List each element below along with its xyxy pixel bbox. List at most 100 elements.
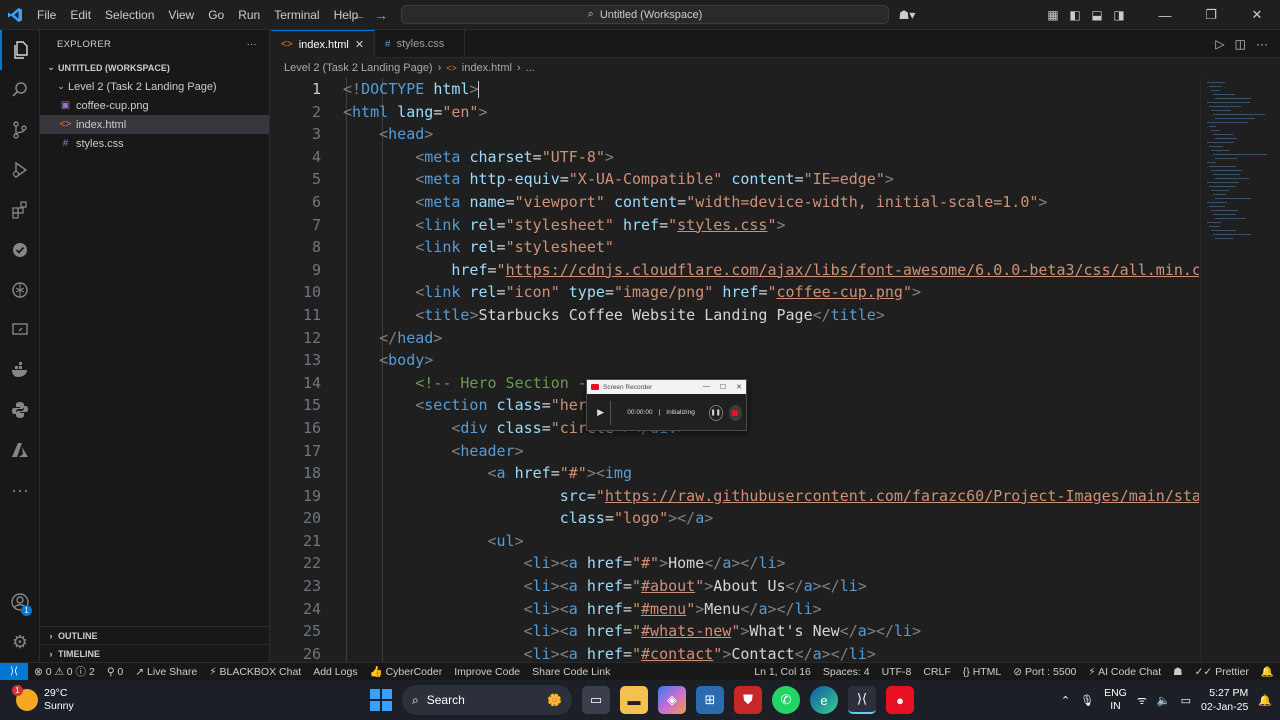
live-server-port[interactable]: ⊘ Port : 5500 bbox=[1007, 666, 1082, 678]
prettier-button[interactable]: ✓✓ Prettier bbox=[1189, 666, 1255, 678]
code-line[interactable]: 24 <li><a href="#menu">Menu</a></li> bbox=[271, 598, 1199, 621]
tab-index-html[interactable]: <> index.html ✕ bbox=[271, 30, 376, 58]
forward-arrow-icon[interactable]: → bbox=[374, 7, 388, 23]
toggle-panel-icon[interactable]: ⬓ bbox=[1086, 8, 1108, 22]
edge-icon[interactable]: e bbox=[810, 686, 838, 714]
more-icon[interactable]: ··· bbox=[0, 470, 40, 510]
vscode-taskbar-icon[interactable]: ⟩⟨ bbox=[848, 686, 876, 714]
problems-indicator[interactable]: ⊗ 0 ⚠ 0 ⓘ 2 bbox=[28, 664, 101, 679]
cybercoder-button[interactable]: 👍 CyberCoder bbox=[364, 665, 449, 678]
start-button[interactable] bbox=[370, 689, 392, 711]
microsoft-store-icon[interactable]: ⊞ bbox=[696, 686, 724, 714]
azure-icon[interactable] bbox=[0, 430, 40, 470]
ai-assistant-icon[interactable] bbox=[0, 270, 40, 310]
restore-button[interactable]: ❐ bbox=[1188, 0, 1234, 30]
share-code-link-button[interactable]: Share Code Link bbox=[526, 666, 616, 678]
testing-icon[interactable] bbox=[0, 230, 40, 270]
pause-icon[interactable]: ❚❚ bbox=[708, 404, 723, 421]
customize-layout-icon[interactable]: ▦ bbox=[1042, 8, 1064, 22]
code-line[interactable]: 10 <link rel="icon" type="image/png" hre… bbox=[271, 281, 1199, 304]
outline-section[interactable]: › OUTLINE bbox=[40, 626, 270, 644]
show-hidden-icons[interactable]: ⌃ bbox=[1061, 694, 1070, 707]
workspace-root[interactable]: ⌄ UNTITLED (WORKSPACE) bbox=[40, 58, 269, 77]
language-mode[interactable]: {} HTML bbox=[957, 666, 1008, 678]
source-control-icon[interactable] bbox=[0, 110, 40, 150]
close-window-button[interactable]: ✕ bbox=[1234, 0, 1280, 30]
toggle-sidebar-icon[interactable]: ◧ bbox=[1064, 8, 1086, 22]
split-editor-icon[interactable]: ◫ bbox=[1235, 37, 1246, 51]
improve-code-button[interactable]: Improve Code bbox=[448, 666, 526, 678]
menu-view[interactable]: View bbox=[161, 0, 201, 30]
breadcrumb-folder[interactable]: Level 2 (Task 2 Landing Page) bbox=[284, 62, 433, 74]
more-actions-icon[interactable]: ··· bbox=[1256, 37, 1268, 51]
ai-code-chat-button[interactable]: ⚡ AI Code Chat bbox=[1082, 666, 1167, 678]
menu-go[interactable]: Go bbox=[201, 0, 231, 30]
add-logs-button[interactable]: Add Logs bbox=[307, 666, 363, 678]
command-center-search[interactable]: ⌕ Untitled (Workspace) bbox=[401, 5, 889, 24]
minimize-button[interactable]: — bbox=[1142, 0, 1188, 30]
task-view-icon[interactable]: ▭ bbox=[582, 686, 610, 714]
encoding[interactable]: UTF-8 bbox=[876, 666, 918, 678]
code-line[interactable]: 19 src="https://raw.githubusercontent.co… bbox=[271, 485, 1199, 508]
minimap[interactable] bbox=[1200, 78, 1280, 662]
code-line[interactable]: 1 <!DOCTYPE html> bbox=[271, 78, 1199, 101]
breadcrumb-file[interactable]: index.html bbox=[462, 62, 512, 74]
copilot-app-icon[interactable]: ◈ bbox=[658, 686, 686, 714]
code-line[interactable]: 4 <meta charset="UTF-8"> bbox=[271, 146, 1199, 169]
menu-edit[interactable]: Edit bbox=[63, 0, 98, 30]
menu-selection[interactable]: Selection bbox=[98, 0, 161, 30]
python-icon[interactable] bbox=[0, 390, 40, 430]
end-of-line[interactable]: CRLF bbox=[917, 666, 956, 678]
whatsapp-icon[interactable]: ✆ bbox=[772, 686, 800, 714]
manage-gear-icon[interactable]: ⚙ bbox=[0, 622, 40, 662]
code-line[interactable]: 23 <li><a href="#about">About Us</a></li… bbox=[271, 575, 1199, 598]
code-line[interactable]: 21 <ul> bbox=[271, 530, 1199, 553]
screen-recorder-taskbar-icon[interactable]: ● bbox=[886, 686, 914, 714]
battery-icon[interactable]: ▭ bbox=[1181, 694, 1191, 707]
breadcrumb-more[interactable]: ... bbox=[526, 62, 535, 74]
code-line[interactable]: 5 <meta http-equiv="X-UA-Compatible" con… bbox=[271, 168, 1199, 191]
code-line[interactable]: 20 class="logo"></a> bbox=[271, 507, 1199, 530]
folder-level2[interactable]: ⌄ Level 2 (Task 2 Landing Page) bbox=[40, 77, 269, 96]
file-index-html[interactable]: <> index.html bbox=[40, 115, 269, 134]
code-line[interactable]: 3 <head> bbox=[271, 123, 1199, 146]
stop-recording-button[interactable] bbox=[728, 404, 742, 421]
wifi-icon[interactable]: ᯤ bbox=[1137, 693, 1147, 708]
accounts-icon[interactable]: 1 bbox=[0, 582, 40, 622]
copilot-status-icon[interactable]: ☗ bbox=[1167, 666, 1188, 678]
microphone-icon[interactable]: 🎙 bbox=[1080, 694, 1094, 707]
ports-indicator[interactable]: ⚲ 0 bbox=[101, 666, 129, 678]
close-tab-icon[interactable]: ✕ bbox=[355, 38, 364, 51]
back-arrow-icon[interactable]: ← bbox=[352, 7, 366, 23]
code-line[interactable]: 8 <link rel="stylesheet" bbox=[271, 236, 1199, 259]
weather-widget[interactable]: 1 29°C Sunny bbox=[0, 685, 200, 713]
code-line[interactable]: 2 <html lang="en"> bbox=[271, 101, 1199, 124]
file-styles-css[interactable]: # styles.css bbox=[40, 134, 269, 153]
extensions-icon[interactable] bbox=[0, 190, 40, 230]
mcafee-icon[interactable]: ⛊ bbox=[734, 686, 762, 714]
explorer-icon[interactable] bbox=[0, 30, 40, 70]
live-share-button[interactable]: ↗ Live Share bbox=[129, 666, 203, 678]
explorer-more-icon[interactable]: ··· bbox=[247, 39, 257, 50]
file-coffee-cup[interactable]: ▣ coffee-cup.png bbox=[40, 96, 269, 115]
clock[interactable]: 5:27 PM 02-Jan-25 bbox=[1201, 686, 1248, 714]
code-line[interactable]: 6 <meta name="viewport" content="width=d… bbox=[271, 191, 1199, 214]
volume-icon[interactable]: 🔈 bbox=[1157, 694, 1171, 707]
cursor-position[interactable]: Ln 1, Col 16 bbox=[748, 666, 817, 678]
indentation[interactable]: Spaces: 4 bbox=[817, 666, 876, 678]
menu-terminal[interactable]: Terminal bbox=[267, 0, 326, 30]
code-line[interactable]: 26 <li><a href="#contact">Contact</a></l… bbox=[271, 643, 1199, 662]
taskbar-search[interactable]: ⌕ Search 🌼 bbox=[402, 685, 572, 715]
code-editor[interactable]: 1 <!DOCTYPE html> 2 <html lang="en"> 3 <head… bbox=[271, 78, 1199, 662]
notifications-bell-icon[interactable]: 🔔 bbox=[1255, 665, 1280, 678]
toggle-secondary-sidebar-icon[interactable]: ◨ bbox=[1108, 8, 1130, 22]
code-line[interactable]: 9 href="https://cdnjs.cloudflare.com/aja… bbox=[271, 259, 1199, 282]
remote-explorer-icon[interactable] bbox=[0, 310, 40, 350]
recorder-maximize-button[interactable]: ☐ bbox=[720, 383, 726, 391]
code-line[interactable]: 7 <link rel="stylesheet" href="styles.cs… bbox=[271, 214, 1199, 237]
code-line[interactable]: 18 <a href="#"><img bbox=[271, 462, 1199, 485]
code-line[interactable]: 17 <header> bbox=[271, 440, 1199, 463]
menu-run[interactable]: Run bbox=[231, 0, 267, 30]
recorder-close-button[interactable]: ✕ bbox=[736, 383, 742, 391]
timeline-section[interactable]: › TIMELINE bbox=[40, 644, 270, 662]
